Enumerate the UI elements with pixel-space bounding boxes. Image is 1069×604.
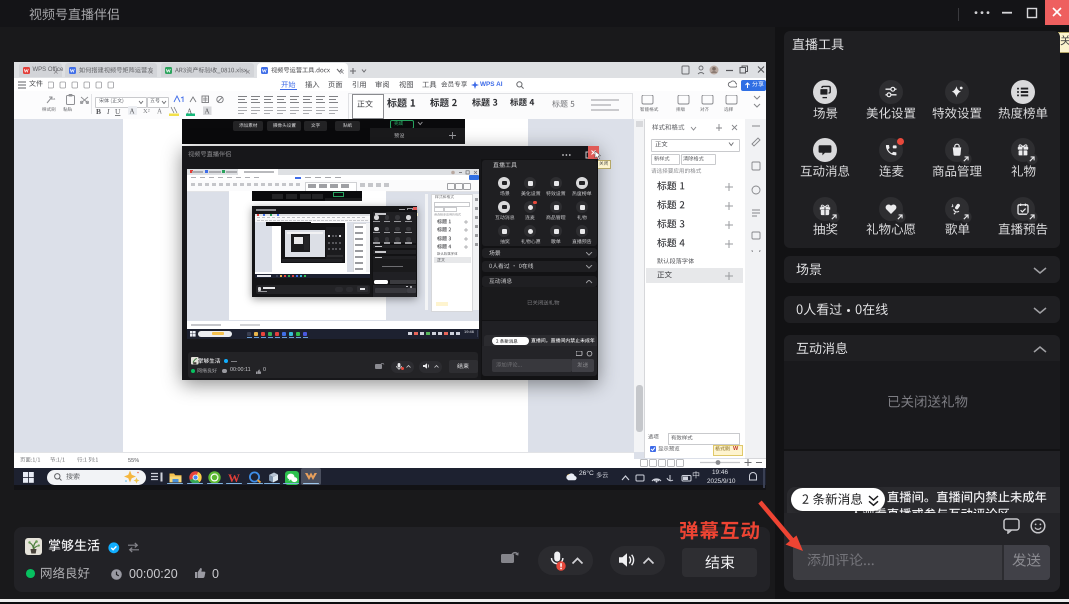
svg-text:X²: X² bbox=[143, 108, 150, 115]
svg-text:a: a bbox=[53, 96, 56, 101]
svg-text:A: A bbox=[205, 108, 210, 116]
svg-text:U: U bbox=[115, 107, 121, 116]
svg-text:I: I bbox=[106, 107, 110, 116]
svg-text:A: A bbox=[157, 108, 162, 116]
svg-text:A: A bbox=[130, 108, 135, 116]
svg-text:B: B bbox=[96, 107, 101, 116]
